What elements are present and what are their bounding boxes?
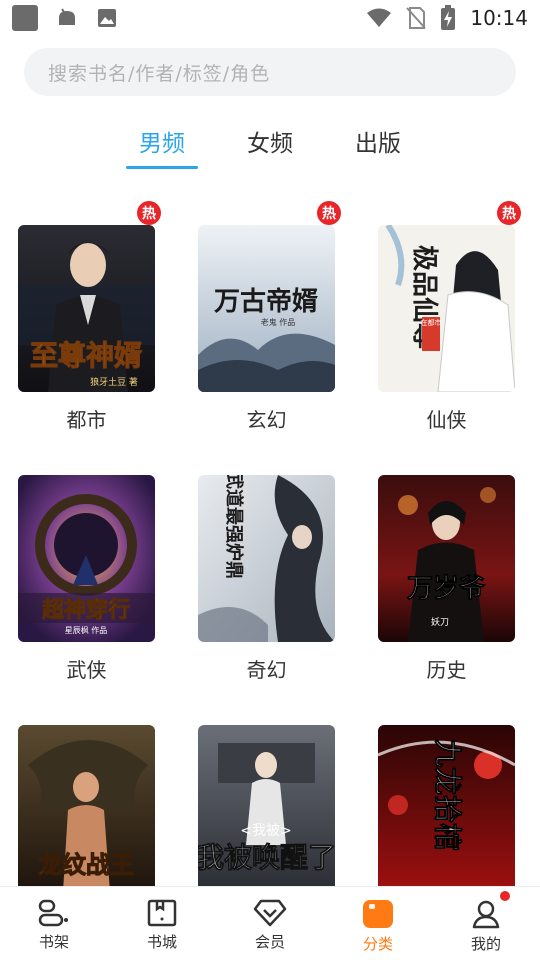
category-card-xianxia[interactable]: 极品仙尊 在都市 热 仙侠 (378, 201, 521, 433)
wifi-icon (367, 8, 392, 27)
nav-bookstore[interactable]: 书城 (108, 887, 216, 960)
cover-author: 老鬼 作品 (261, 317, 296, 327)
nav-label: 会员 (254, 933, 285, 951)
book-cover: <我被> 我被唤醒了 (198, 725, 335, 892)
nav-bookshelf[interactable]: 书架 (0, 887, 108, 960)
hot-badge: 热 (137, 201, 161, 225)
book-cover: 万古帝婿 老鬼 作品 (198, 225, 335, 392)
book-cover: 武道最强炉鼎 (198, 475, 335, 642)
image-icon (98, 9, 116, 27)
category-label: 历史 (426, 658, 467, 682)
hot-badge: 热 (317, 201, 341, 225)
tab-publish[interactable]: 出版 (355, 124, 401, 158)
hot-badge: 热 (497, 201, 521, 225)
bookshelf-icon (38, 899, 68, 927)
tab-female[interactable]: 女频 (247, 124, 293, 158)
android-icon (59, 8, 75, 25)
category-card-lishi[interactable]: 万岁爷 妖刀 历史 (378, 475, 515, 683)
cover-title: 我被唤醒了 (198, 841, 335, 874)
category-label: 武侠 (66, 658, 107, 682)
book-cover: 万岁爷 妖刀 (378, 475, 515, 642)
clock: 10:14 (470, 6, 528, 30)
bookstore-icon (147, 899, 177, 927)
category-card-row3-1[interactable]: 龙纹战王 (18, 725, 155, 904)
cover-author: 在都市 (421, 318, 442, 327)
nav-label: 书城 (146, 933, 177, 951)
app-square-icon (12, 5, 38, 31)
diamond-icon (253, 899, 287, 927)
category-card-qihuan[interactable]: 武道最强炉鼎 奇幻 (198, 475, 335, 683)
cover-title: 武道最强炉鼎 (223, 475, 245, 579)
category-label: 都市 (66, 408, 107, 432)
no-sim-icon (406, 7, 427, 29)
category-card-wuxia[interactable]: 超神穿行 星辰枫 作品 武侠 (18, 475, 155, 683)
book-cover: 龙纹战王 (18, 725, 155, 892)
nav-profile[interactable]: 我的 (432, 887, 540, 960)
cover-title: 至尊神婿 (30, 339, 142, 372)
nav-category[interactable]: 分类 (324, 887, 432, 960)
cover-author: 星辰枫 作品 (65, 625, 108, 635)
tab-active-indicator (126, 166, 198, 169)
channel-tabs: 男频 女频 出版 (0, 124, 540, 174)
nav-label: 书架 (38, 933, 69, 951)
cover-author: 妖刀 (431, 616, 449, 628)
cover-title: 龙纹战王 (38, 850, 134, 879)
profile-icon (472, 900, 500, 929)
cover-title: 万岁爷 (407, 573, 486, 604)
cover-title: 九龙拾棺 (431, 739, 464, 851)
notification-dot (500, 891, 510, 901)
nav-vip[interactable]: 会员 (216, 887, 324, 960)
cover-author: 狼牙土豆 著 (90, 376, 138, 388)
book-cover: 九龙拾棺 (378, 725, 515, 892)
bottom-nav: 书架 书城 会员 分类 我的 (0, 886, 540, 960)
category-card-row3-2[interactable]: <我被> 我被唤醒了 (198, 725, 335, 904)
search-input[interactable]: 搜索书名/作者/标签/角色 (24, 48, 516, 96)
status-bar: 10:14 (0, 0, 540, 36)
nav-label: 分类 (362, 935, 393, 953)
category-card-dushi[interactable]: 至尊神婿 狼牙土豆 著 热 都市 (18, 201, 161, 433)
battery-charging-icon (441, 5, 456, 30)
cover-title: 超神穿行 (42, 597, 130, 623)
category-label: 奇幻 (246, 658, 287, 682)
book-cover: 至尊神婿 狼牙土豆 著 (18, 225, 155, 392)
search-placeholder: 搜索书名/作者/标签/角色 (48, 62, 271, 85)
book-cover: 超神穿行 星辰枫 作品 (18, 475, 155, 642)
cover-title-top: <我被> (240, 823, 291, 839)
category-label: 玄幻 (246, 408, 287, 432)
category-icon (363, 900, 393, 928)
category-label: 仙侠 (426, 408, 467, 432)
book-cover: 极品仙尊 在都市 (378, 225, 515, 392)
tab-male[interactable]: 男频 (139, 124, 185, 158)
category-card-row3-3[interactable]: 九龙拾棺 (378, 725, 515, 904)
nav-label: 我的 (470, 935, 501, 953)
category-card-xuanhuan[interactable]: 万古帝婿 老鬼 作品 热 玄幻 (198, 201, 341, 433)
cover-title: 万古帝婿 (214, 286, 318, 317)
